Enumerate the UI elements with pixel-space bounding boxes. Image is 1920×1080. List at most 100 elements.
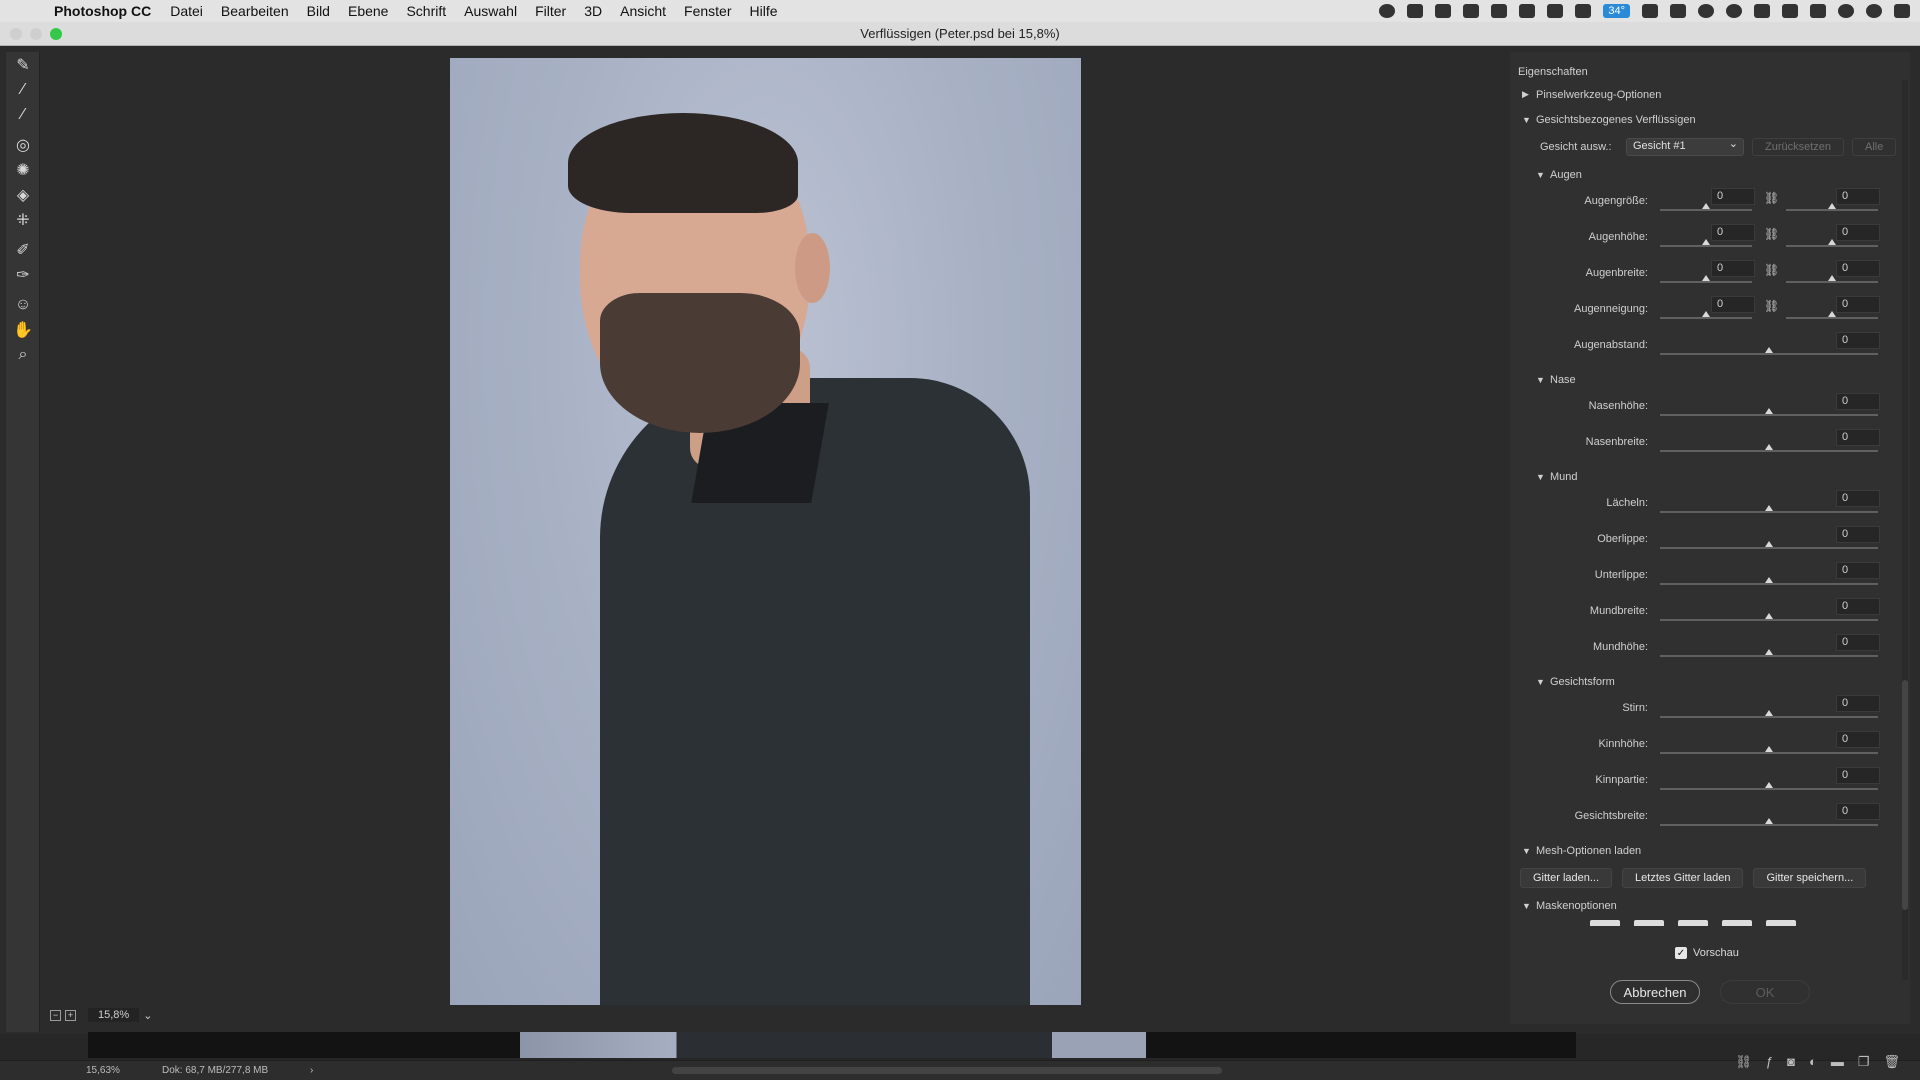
right-eye-value-input[interactable]: 0 bbox=[1836, 188, 1880, 205]
mask-icon[interactable]: ◙ bbox=[1787, 1054, 1795, 1070]
right-eye-slider-thumb[interactable] bbox=[1828, 239, 1836, 245]
adjustment-icon[interactable]: ◐ bbox=[1809, 1054, 1817, 1070]
zoom-tool-icon[interactable]: ⌕ bbox=[6, 342, 40, 367]
status-zoom[interactable]: 15,63% bbox=[86, 1065, 162, 1076]
slider-thumb[interactable] bbox=[1765, 746, 1773, 752]
ok-button[interactable]: OK bbox=[1720, 980, 1810, 1004]
slider-track[interactable] bbox=[1660, 353, 1878, 355]
slider-thumb[interactable] bbox=[1765, 782, 1773, 788]
siri-icon[interactable] bbox=[1866, 4, 1882, 18]
right-eye-slider-thumb[interactable] bbox=[1828, 275, 1836, 281]
weather-badge[interactable]: 34° bbox=[1603, 4, 1630, 18]
mask-subtract-icon[interactable] bbox=[1678, 920, 1708, 926]
slider-track[interactable] bbox=[1660, 752, 1878, 754]
slider-track[interactable] bbox=[1660, 619, 1878, 621]
slider-thumb[interactable] bbox=[1765, 577, 1773, 583]
zoom-out-icon[interactable]: − bbox=[50, 1009, 61, 1021]
mask-intersect-icon[interactable] bbox=[1722, 920, 1752, 926]
menu-ebene[interactable]: Ebene bbox=[339, 3, 397, 19]
status-arrow-icon[interactable]: › bbox=[310, 1065, 313, 1076]
subsection-nose[interactable]: ▼ Nase bbox=[1510, 367, 1910, 392]
left-eye-value-input[interactable]: 0 bbox=[1711, 260, 1755, 277]
folder-icon[interactable]: ▬ bbox=[1831, 1054, 1844, 1070]
save-mesh-button[interactable]: Gitter speichern... bbox=[1753, 868, 1867, 888]
section-mesh-options[interactable]: ▼ Mesh-Optionen laden bbox=[1510, 838, 1910, 863]
slider-track[interactable] bbox=[1660, 583, 1878, 585]
all-button[interactable]: Alle bbox=[1852, 138, 1897, 156]
slider-thumb[interactable] bbox=[1765, 444, 1773, 450]
fx-icon[interactable]: ƒ bbox=[1766, 1054, 1773, 1070]
link-icon[interactable]: ⛓ bbox=[1764, 191, 1779, 205]
left-eye-value-input[interactable]: 0 bbox=[1711, 188, 1755, 205]
slider-thumb[interactable] bbox=[1765, 649, 1773, 655]
menu-bild[interactable]: Bild bbox=[298, 3, 339, 19]
script-icon[interactable] bbox=[1547, 4, 1564, 18]
scrollbar-thumb[interactable] bbox=[1902, 680, 1908, 910]
load-last-mesh-button[interactable]: Letztes Gitter laden bbox=[1622, 868, 1744, 888]
pucker-tool-icon[interactable]: ✺ bbox=[6, 157, 40, 182]
slider-thumb[interactable] bbox=[1765, 710, 1773, 716]
preview-toggle[interactable]: ✓ Vorschau bbox=[1675, 947, 1739, 959]
mask-replace-icon[interactable] bbox=[1590, 920, 1620, 926]
slider-thumb[interactable] bbox=[1765, 347, 1773, 353]
slider-track[interactable] bbox=[1660, 450, 1878, 452]
slider-value-input[interactable]: 0 bbox=[1836, 803, 1880, 820]
menu-datei[interactable]: Datei bbox=[161, 3, 212, 19]
menu-ansicht[interactable]: Ansicht bbox=[611, 3, 675, 19]
slider-value-input[interactable]: 0 bbox=[1836, 598, 1880, 615]
link-icon[interactable]: ⛓ bbox=[1764, 227, 1779, 241]
mask-add-icon[interactable] bbox=[1634, 920, 1664, 926]
slider-value-input[interactable]: 0 bbox=[1836, 767, 1880, 784]
right-eye-value-input[interactable]: 0 bbox=[1836, 260, 1880, 277]
menu-hilfe[interactable]: Hilfe bbox=[741, 3, 787, 19]
trash-icon[interactable]: 🗑 bbox=[1883, 1054, 1900, 1070]
slider-value-input[interactable]: 0 bbox=[1836, 562, 1880, 579]
forward-warp-tool-icon[interactable]: ✎ bbox=[6, 52, 40, 77]
hand-tool-icon[interactable]: ✋ bbox=[6, 317, 40, 342]
display-icon[interactable] bbox=[1407, 4, 1424, 18]
mask-invert-icon[interactable] bbox=[1766, 920, 1796, 926]
preview-checkbox[interactable]: ✓ bbox=[1675, 947, 1687, 959]
link-icon[interactable]: ⛓ bbox=[1735, 1054, 1752, 1070]
close-window-button[interactable] bbox=[10, 28, 22, 40]
left-eye-slider-thumb[interactable] bbox=[1702, 275, 1710, 281]
cancel-button[interactable]: Abbrechen bbox=[1610, 980, 1700, 1004]
menu-schrift[interactable]: Schrift bbox=[397, 3, 455, 19]
section-mask-options[interactable]: ▼ Maskenoptionen bbox=[1510, 893, 1910, 918]
subsection-face-shape[interactable]: ▼ Gesichtsform bbox=[1510, 669, 1910, 694]
right-eye-slider-thumb[interactable] bbox=[1828, 311, 1836, 317]
reconstruct-tool-icon[interactable]: ⁄ bbox=[6, 77, 40, 102]
slider-track[interactable] bbox=[1660, 824, 1878, 826]
right-eye-value-input[interactable]: 0 bbox=[1836, 224, 1880, 241]
reset-button[interactable]: Zurücksetzen bbox=[1752, 138, 1845, 156]
app-icon[interactable] bbox=[1575, 4, 1592, 18]
zoom-window-button[interactable] bbox=[50, 28, 62, 40]
subsection-eyes[interactable]: ▼ Augen bbox=[1510, 162, 1910, 187]
slider-thumb[interactable] bbox=[1765, 818, 1773, 824]
notification-center-icon[interactable] bbox=[1894, 4, 1910, 18]
spotlight-search-icon[interactable] bbox=[1838, 4, 1854, 18]
notification-icon[interactable] bbox=[1670, 4, 1686, 18]
push-left-tool-icon[interactable]: ⁜ bbox=[6, 207, 40, 232]
slider-thumb[interactable] bbox=[1765, 613, 1773, 619]
right-eye-slider-track[interactable] bbox=[1786, 317, 1878, 319]
evernote-icon[interactable] bbox=[1519, 4, 1536, 18]
menu-auswahl[interactable]: Auswahl bbox=[455, 3, 526, 19]
slider-track[interactable] bbox=[1660, 788, 1878, 790]
left-eye-slider-thumb[interactable] bbox=[1702, 239, 1710, 245]
battery-icon[interactable] bbox=[1810, 4, 1826, 18]
minimize-window-button[interactable] bbox=[30, 28, 42, 40]
creative-cloud-icon[interactable] bbox=[1491, 4, 1508, 18]
menu-fenster[interactable]: Fenster bbox=[675, 3, 740, 19]
left-eye-slider-track[interactable] bbox=[1660, 317, 1752, 319]
slider-value-input[interactable]: 0 bbox=[1836, 393, 1880, 410]
wd-drive-icon[interactable] bbox=[1642, 4, 1658, 18]
horizontal-scrollbar[interactable] bbox=[672, 1067, 1222, 1074]
link-icon[interactable]: ⛓ bbox=[1764, 299, 1779, 313]
wifi-icon[interactable] bbox=[1754, 4, 1770, 18]
left-eye-value-input[interactable]: 0 bbox=[1711, 224, 1755, 241]
right-eye-slider-track[interactable] bbox=[1786, 281, 1878, 283]
bloat-tool-icon[interactable]: ◈ bbox=[6, 182, 40, 207]
subsection-mouth[interactable]: ▼ Mund bbox=[1510, 464, 1910, 489]
slider-thumb[interactable] bbox=[1765, 505, 1773, 511]
